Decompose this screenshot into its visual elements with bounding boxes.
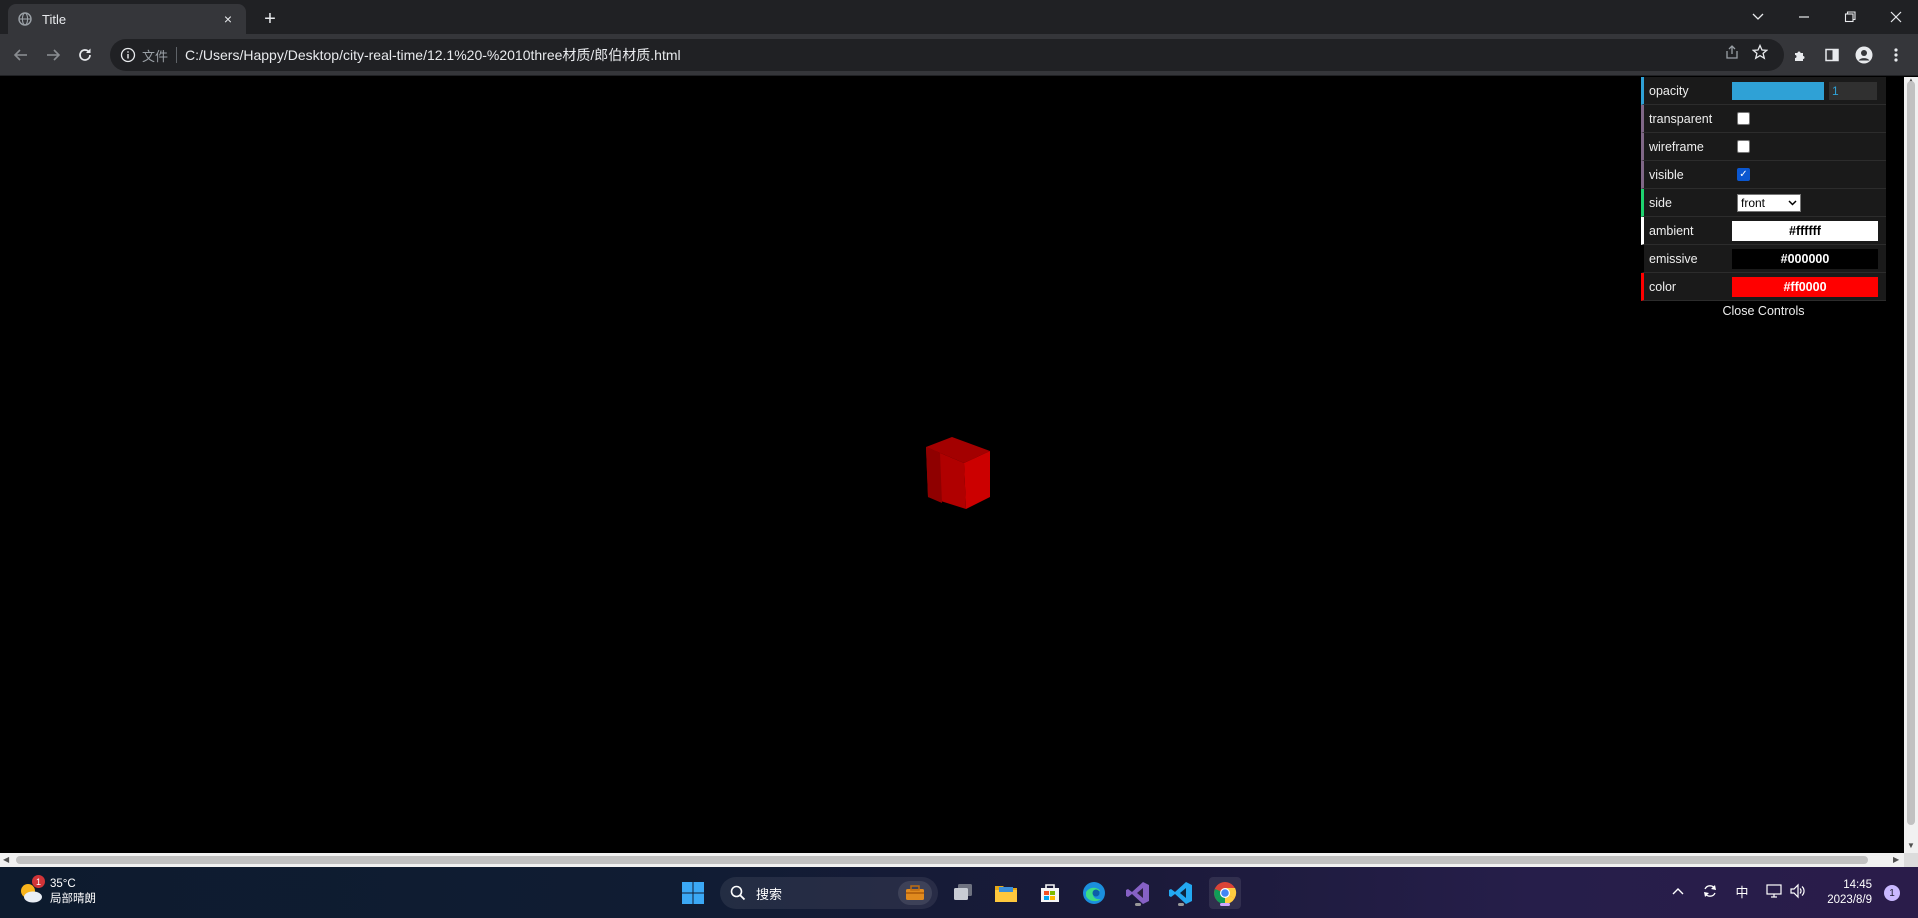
active-indicator (1220, 903, 1230, 906)
visual-studio-icon[interactable] (1122, 877, 1154, 909)
new-tab-button[interactable]: + (258, 7, 282, 31)
weather-icon: 1 (18, 875, 45, 905)
weather-badge: 1 (32, 875, 45, 888)
side-label: side (1649, 195, 1672, 210)
tab-close-icon[interactable]: × (220, 11, 236, 27)
network-icon[interactable] (1762, 879, 1786, 903)
ambient-label: ambient (1649, 223, 1694, 238)
address-divider (176, 47, 178, 63)
windows-taskbar: 1 35°C 局部晴朗 搜索 中 14:45 2023/8/9 1 (0, 867, 1918, 918)
emissive-row: emissive #000000 (1641, 245, 1886, 273)
emissive-color-input[interactable]: #000000 (1732, 248, 1878, 269)
running-indicator (1178, 903, 1184, 906)
tab-search-icon[interactable] (1740, 4, 1776, 30)
tab-strip: Title × + (0, 0, 1918, 34)
edge-browser-icon[interactable] (1078, 877, 1110, 909)
ambient-row: ambient #ffffff (1641, 217, 1886, 245)
weather-widget[interactable]: 1 35°C 局部晴朗 (18, 875, 96, 907)
reload-icon[interactable] (73, 43, 97, 67)
side-select-value: front (1741, 195, 1766, 210)
vscode-icon[interactable] (1165, 877, 1197, 909)
vertical-scroll-thumb[interactable] (1907, 81, 1915, 825)
browser-toolbar: 文件 C:/Users/Happy/Desktop/city-real-time… (0, 34, 1918, 76)
search-highlight-icon (898, 881, 932, 905)
vertical-scrollbar[interactable]: ▲ ▼ (1904, 76, 1918, 853)
scrollbar-corner (1904, 853, 1918, 867)
tab-title: Title (42, 11, 67, 27)
side-panel-icon[interactable] (1820, 43, 1844, 67)
globe-icon (18, 12, 32, 26)
side-row: side front (1641, 189, 1886, 217)
opacity-label: opacity (1649, 83, 1689, 98)
search-icon (730, 885, 746, 901)
file-explorer-icon[interactable] (990, 877, 1022, 909)
wireframe-label: wireframe (1649, 139, 1704, 154)
visible-row: visible ✓ (1641, 161, 1886, 189)
opacity-slider[interactable] (1732, 81, 1824, 100)
ambient-color-input[interactable]: #ffffff (1732, 220, 1878, 241)
browser-tab[interactable]: Title × (8, 4, 246, 34)
opacity-input[interactable]: 1 (1829, 81, 1877, 100)
chrome-taskbar-icon[interactable] (1209, 877, 1241, 909)
close-controls-button[interactable]: Close Controls (1641, 301, 1886, 321)
search-label: 搜索 (756, 886, 783, 902)
transparent-row: transparent (1641, 105, 1886, 133)
transparent-checkbox[interactable] (1737, 112, 1750, 125)
sync-icon[interactable] (1698, 879, 1722, 903)
ime-indicator[interactable]: 中 (1730, 879, 1754, 903)
wireframe-row: wireframe (1641, 133, 1886, 161)
back-icon[interactable] (9, 43, 33, 67)
microsoft-store-icon[interactable] (1034, 877, 1066, 909)
file-scheme-label: 文件 (142, 48, 169, 64)
visible-label: visible (1649, 167, 1684, 182)
clock-date: 2023/8/9 (1827, 894, 1872, 906)
horizontal-scrollbar[interactable]: ◀ ▶ (0, 853, 1904, 867)
close-window-icon[interactable] (1878, 4, 1914, 30)
address-url[interactable]: C:/Users/Happy/Desktop/city-real-time/12… (185, 45, 681, 65)
webgl-canvas[interactable]: opacity 1 transparent wireframe visible … (0, 77, 1904, 853)
emissive-label: emissive (1649, 251, 1698, 266)
running-indicator (1135, 903, 1141, 906)
scroll-right-icon[interactable]: ▶ (1893, 855, 1899, 864)
color-color-input[interactable]: #ff0000 (1732, 276, 1878, 297)
horizontal-scroll-thumb[interactable] (16, 856, 1868, 864)
color-label: color (1649, 279, 1677, 294)
controls-panel: opacity 1 transparent wireframe visible … (1641, 77, 1886, 321)
show-hidden-icons-icon[interactable] (1666, 879, 1690, 903)
profile-avatar-icon[interactable] (1852, 43, 1876, 67)
opacity-row: opacity 1 (1641, 77, 1886, 105)
address-bar[interactable]: 文件 C:/Users/Happy/Desktop/city-real-time… (110, 39, 1784, 71)
volume-icon[interactable] (1786, 879, 1810, 903)
wireframe-checkbox[interactable] (1737, 140, 1750, 153)
scroll-left-icon[interactable]: ◀ (3, 855, 9, 864)
share-icon[interactable] (1722, 42, 1742, 62)
notification-badge[interactable]: 1 (1884, 885, 1900, 901)
forward-icon[interactable] (41, 43, 65, 67)
task-view-icon[interactable] (947, 877, 979, 909)
visible-checkbox[interactable]: ✓ (1737, 168, 1750, 181)
color-row: color #ff0000 (1641, 273, 1886, 301)
info-icon[interactable] (120, 47, 136, 63)
transparent-label: transparent (1649, 111, 1713, 126)
clock-time: 14:45 (1843, 879, 1872, 891)
windows-start-icon[interactable] (677, 877, 709, 909)
chrome-menu-icon[interactable] (1884, 43, 1908, 67)
weather-temperature: 35°C (50, 878, 76, 890)
scroll-down-icon[interactable]: ▼ (1907, 841, 1915, 850)
restore-icon[interactable] (1832, 4, 1868, 30)
side-select[interactable]: front (1737, 193, 1801, 212)
minimize-icon[interactable] (1786, 4, 1822, 30)
opacity-slider-fill (1732, 81, 1824, 100)
extensions-icon[interactable] (1788, 43, 1812, 67)
taskbar-clock[interactable]: 14:45 2023/8/9 (1816, 878, 1872, 908)
bookmark-star-icon[interactable] (1750, 42, 1770, 62)
chevron-down-icon (1788, 199, 1797, 206)
weather-description: 局部晴朗 (50, 893, 96, 905)
red-cube (926, 437, 990, 509)
taskbar-search[interactable]: 搜索 (720, 877, 938, 909)
